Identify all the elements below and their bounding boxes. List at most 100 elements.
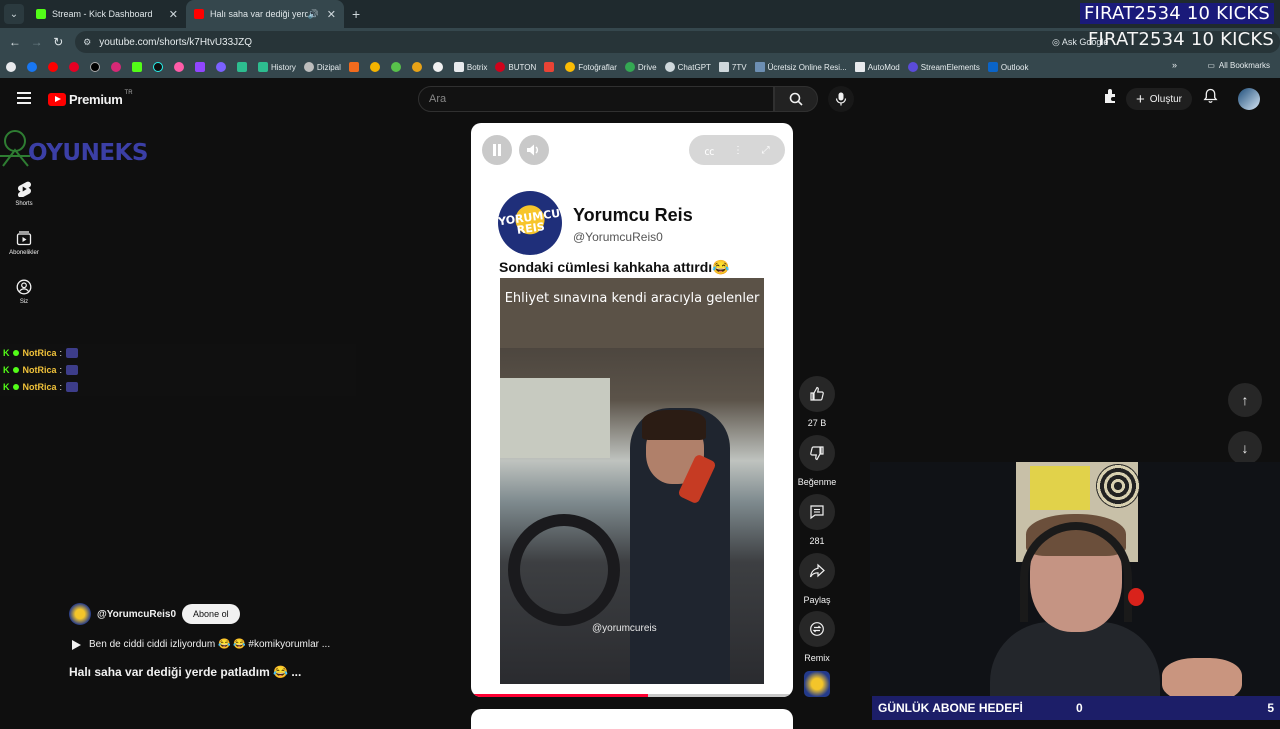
youtube-icon [48,62,58,72]
progress-bar[interactable] [471,694,649,697]
more-options-icon[interactable]: ⋮ [733,145,743,156]
next-short-button[interactable]: ↓ [1228,431,1262,465]
bookmark-drive[interactable]: Drive [624,62,657,72]
create-button[interactable]: + Oluştur [1126,88,1192,110]
bookmark-kick[interactable] [132,62,145,72]
bookmark-x[interactable] [90,62,103,72]
rail-subscriptions[interactable]: Abonelikler [0,230,48,256]
kick-badge-icon: K [3,381,10,392]
bookmark-app5[interactable] [390,62,404,72]
bookmark-photos[interactable]: Fotoğraflar [565,62,617,72]
close-tab-icon[interactable]: ✕ [327,8,336,21]
bookmark-7tv[interactable]: 7TV [718,62,747,72]
bookmark-outlook[interactable]: Outlook [987,62,1028,72]
remix-button[interactable]: Remix [797,611,837,663]
bookmark-app4[interactable] [369,62,383,72]
bookmark-label: Botrix [466,62,488,72]
tab-title: Stream - Kick Dashboard [52,9,153,19]
new-tab-button[interactable]: + [352,6,360,22]
bookmark-app3[interactable] [237,62,250,72]
youtube-header: Premium TR Ara + Oluştur [0,80,1280,120]
bookmark-label: StreamElements [920,62,980,72]
share-button[interactable]: Paylaş [797,553,837,605]
bookmark-resim[interactable]: Ücretsiz Online Resi... [754,62,847,72]
channel-avatar[interactable] [69,603,91,625]
bookmark-instagram[interactable] [111,62,124,72]
chat-message: K NotRica: [0,378,356,395]
bookmark-google[interactable] [6,62,19,72]
short-description[interactable]: Ben de ciddi ciddi izliyordum 😂 😂 #komik… [72,639,330,650]
extension-button[interactable] [1102,88,1118,104]
volume-icon [527,144,538,156]
forward-button[interactable]: → [26,35,48,49]
site-info-icon[interactable]: ⚙ [83,37,91,48]
pause-button[interactable] [482,135,512,165]
short-title[interactable]: Halı saha var dediği yerde patladım 😂 ..… [69,665,301,679]
bookmark-streamelements[interactable]: StreamElements [907,62,980,72]
bookmark-dizipal[interactable]: Dizipal [303,62,341,72]
account-avatar[interactable] [1238,88,1260,110]
automod-icon [854,62,865,72]
search-button[interactable] [774,86,818,112]
reload-button[interactable]: ↻ [47,35,69,49]
bookmark-app7[interactable] [432,62,446,72]
bookmark-chatgpt[interactable]: ChatGPT [664,62,711,72]
youtube-brand-label: Premium [69,92,123,107]
sound-source-avatar[interactable] [804,671,830,697]
bookmark-app2[interactable] [216,62,229,72]
app-icon [369,62,380,72]
microphone-icon [835,92,847,106]
youtube-logo[interactable]: Premium TR [48,90,133,107]
bookmark-label: Ücretsiz Online Resi... [767,62,847,72]
tab-youtube-short[interactable]: Halı saha var dediği yerde p 🔊 ✕ [186,0,344,28]
bookmark-history[interactable]: History [258,62,296,72]
bookmark-automod[interactable]: AutoMod [854,62,900,72]
tab-kick-dashboard[interactable]: Stream - Kick Dashboard ✕ [28,0,186,28]
bookmarks-overflow-icon[interactable]: » [1172,60,1177,70]
channel-logo: YORUMCU REIS [497,191,562,255]
menu-icon[interactable] [17,92,31,107]
all-bookmarks-button[interactable]: ▭ All Bookmarks [1207,61,1270,70]
channel-row: @YorumcuReis0 Abone ol [69,603,240,625]
bookmark-buton[interactable]: BUTON [495,62,536,72]
fullscreen-icon[interactable]: ⤢ [762,145,770,156]
bookmark-twitch[interactable] [195,62,208,72]
app-icon [237,62,247,72]
create-label: Oluştur [1149,93,1182,105]
voice-search-button[interactable] [828,86,854,112]
bookmark-app1[interactable] [174,62,187,72]
comments-button[interactable]: 281 [797,494,837,546]
bookmark-label: Dizipal [316,62,341,72]
channel-handle-link[interactable]: @YorumcuReis0 [97,609,176,620]
subscribe-button[interactable]: Abone ol [182,604,240,624]
speaker-icon[interactable]: 🔊 [308,9,319,20]
7tv-icon [718,62,729,72]
like-button[interactable]: 27 B [797,376,837,428]
dislike-button[interactable]: Beğenme [797,435,837,487]
tab-title: Halı saha var dediği yerde p [210,9,308,19]
search-input[interactable]: Ara [418,86,774,112]
next-short-preview[interactable] [471,709,793,729]
captions-icon[interactable]: ㏄ [704,143,714,158]
video-caption: Sondaki cümlesi kahkaha attırdı😂 [499,259,730,275]
bookmark-k[interactable] [348,62,362,72]
bookmark-botrix[interactable]: Botrix [453,62,488,72]
bookmark-gmail[interactable] [544,62,557,72]
bookmark-app6[interactable] [411,62,425,72]
bookmark-label: Fotoğraflar [578,62,617,72]
back-button[interactable]: ← [4,35,26,49]
previous-short-button[interactable]: ↑ [1228,383,1262,417]
app-icon [174,62,184,72]
car-window [500,378,610,458]
bookmark-tiktok[interactable] [153,62,166,72]
rail-you[interactable]: Siz [0,279,48,305]
bookmark-pinterest[interactable] [69,62,82,72]
tab-search-button[interactable]: ⌄ [4,4,24,24]
bookmark-youtube[interactable] [48,62,61,72]
bookmark-facebook[interactable] [27,62,40,72]
close-tab-icon[interactable]: ✕ [169,8,178,21]
shorts-player[interactable]: ㏄ ⋮ ⤢ YORUMCU REIS Yorumcu Reis @Yorumcu… [471,123,793,697]
volume-button[interactable] [519,135,549,165]
notifications-button[interactable] [1203,88,1218,104]
rail-shorts[interactable]: Shorts [0,181,48,207]
